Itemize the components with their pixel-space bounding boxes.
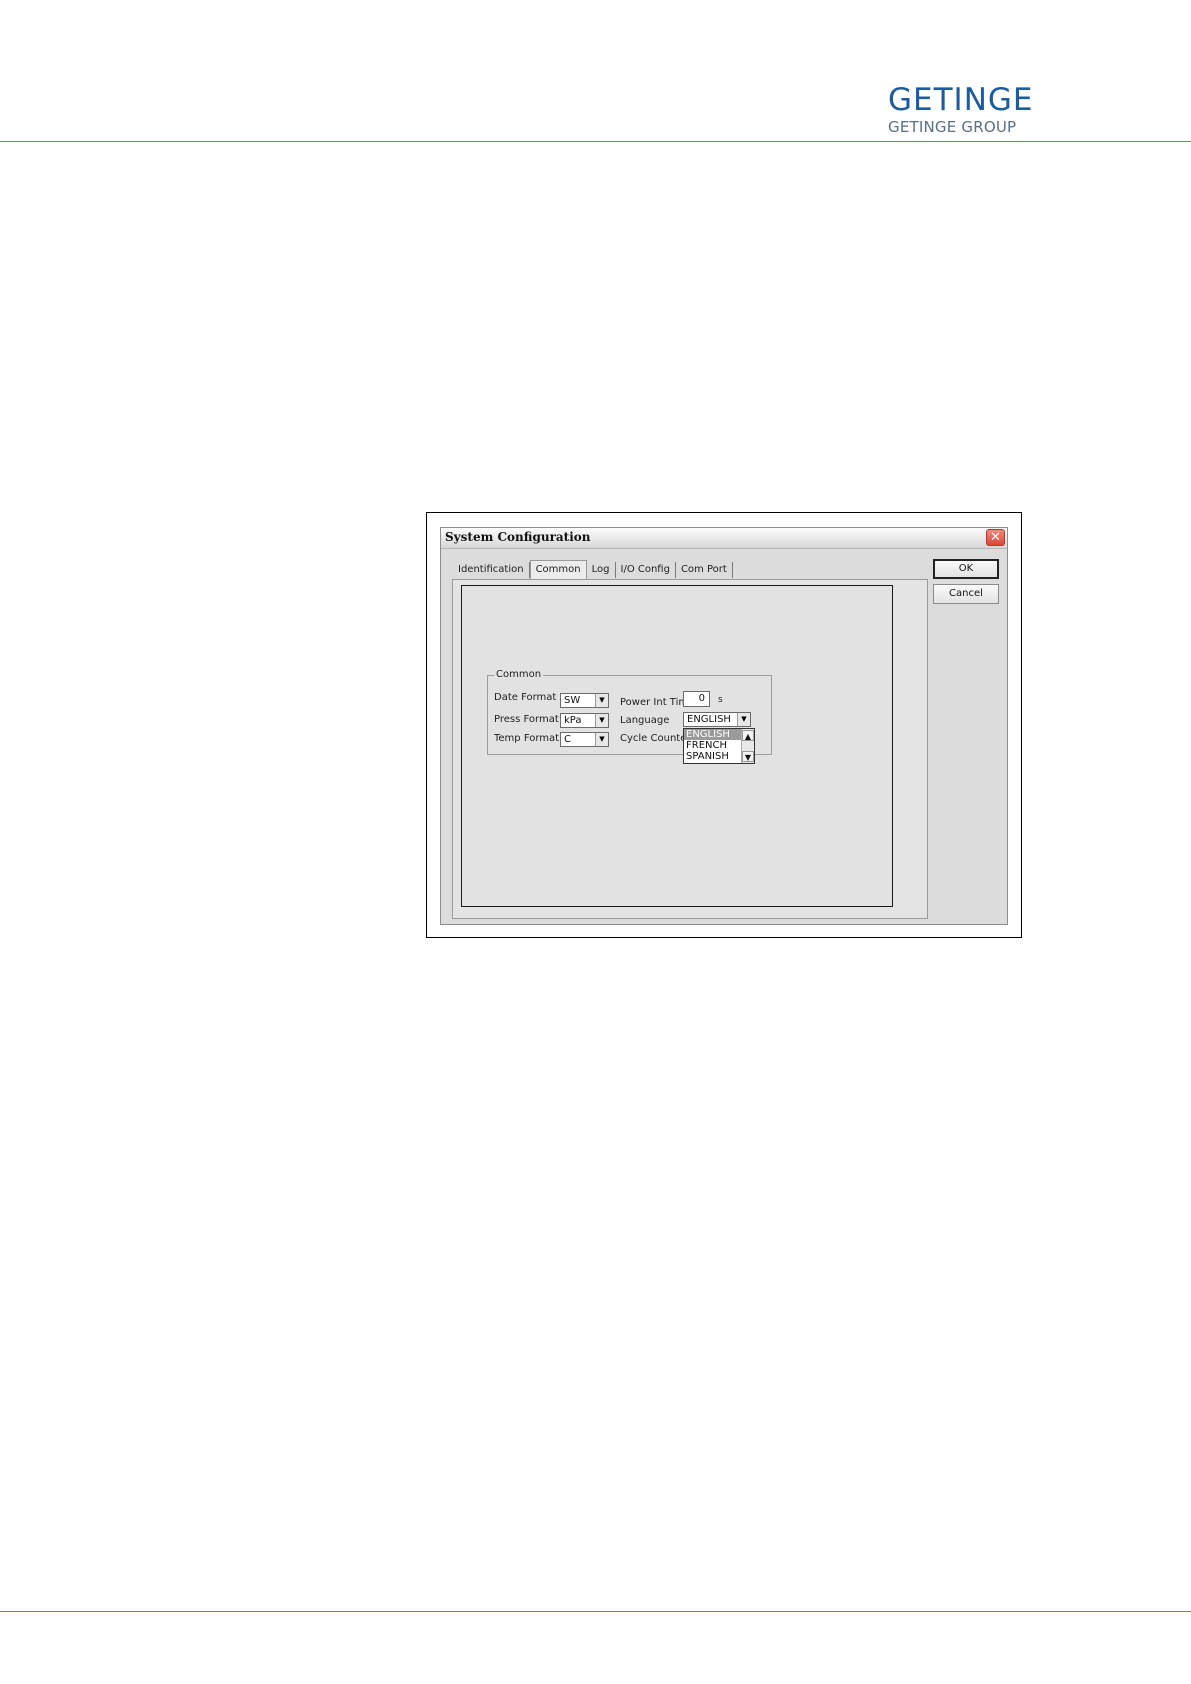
chevron-down-icon[interactable]: ▼ [595,714,608,727]
temp-format-select[interactable]: C ▼ [560,732,609,747]
footer-rule [0,1611,1191,1612]
scroll-down-icon[interactable]: ▼ [742,751,754,762]
scroll-up-icon[interactable]: ▲ [742,730,754,741]
common-panel: Common Date Format SW ▼ Press Format kPa… [461,585,893,907]
brand-group: GETINGE GROUP [888,118,1017,136]
language-label: Language [620,715,670,726]
title-bar: System Configuration ✕ [441,528,1007,549]
temp-format-value: C [564,734,571,745]
power-int-time-unit: s [718,695,723,705]
tab-strip: Identification Common Log I/O Config Com… [453,560,733,580]
close-icon[interactable]: ✕ [986,529,1005,546]
tab-common[interactable]: Common [529,560,587,579]
cycle-counter-label: Cycle Counter [620,733,691,744]
header-rule [0,141,1191,142]
date-format-label: Date Format [494,692,557,703]
brand-name: GETINGE [888,82,1034,118]
tab-com-port[interactable]: Com Port [676,562,733,578]
power-int-time-input[interactable]: 0 [683,691,710,707]
dropdown-scrollbar[interactable]: ▲ ▼ [741,729,754,763]
chevron-down-icon[interactable]: ▼ [595,733,608,746]
press-format-select[interactable]: kPa ▼ [560,713,609,728]
tab-panel: Common Date Format SW ▼ Press Format kPa… [452,579,928,919]
tab-log[interactable]: Log [587,562,616,578]
language-option-spanish[interactable]: SPANISH [684,751,742,762]
date-format-value: SW [564,695,581,706]
window-title: System Configuration [445,530,591,544]
language-dropdown-list[interactable]: ENGLISH FRENCH SPANISH ▲ ▼ [683,728,755,764]
ok-button[interactable]: OK [933,559,999,579]
language-value: ENGLISH [687,714,731,725]
press-format-value: kPa [564,715,582,726]
getinge-logo: GETINGE GETINGE GROUP [888,82,1034,136]
common-groupbox: Common Date Format SW ▼ Press Format kPa… [487,669,772,764]
tab-io-config[interactable]: I/O Config [616,562,676,578]
language-select[interactable]: ENGLISH ▼ [683,712,751,727]
system-configuration-window: System Configuration ✕ Identification Co… [440,527,1008,925]
language-option-english[interactable]: ENGLISH [684,729,742,740]
screenshot-frame: System Configuration ✕ Identification Co… [426,512,1022,938]
temp-format-label: Temp Format [494,733,560,744]
cancel-button[interactable]: Cancel [933,584,999,604]
chevron-down-icon[interactable]: ▼ [737,713,750,726]
press-format-label: Press Format [494,714,559,725]
language-option-french[interactable]: FRENCH [684,740,742,751]
chevron-down-icon[interactable]: ▼ [595,694,608,707]
tab-identification[interactable]: Identification [453,562,530,578]
groupbox-legend: Common [494,669,544,680]
date-format-select[interactable]: SW ▼ [560,693,609,708]
